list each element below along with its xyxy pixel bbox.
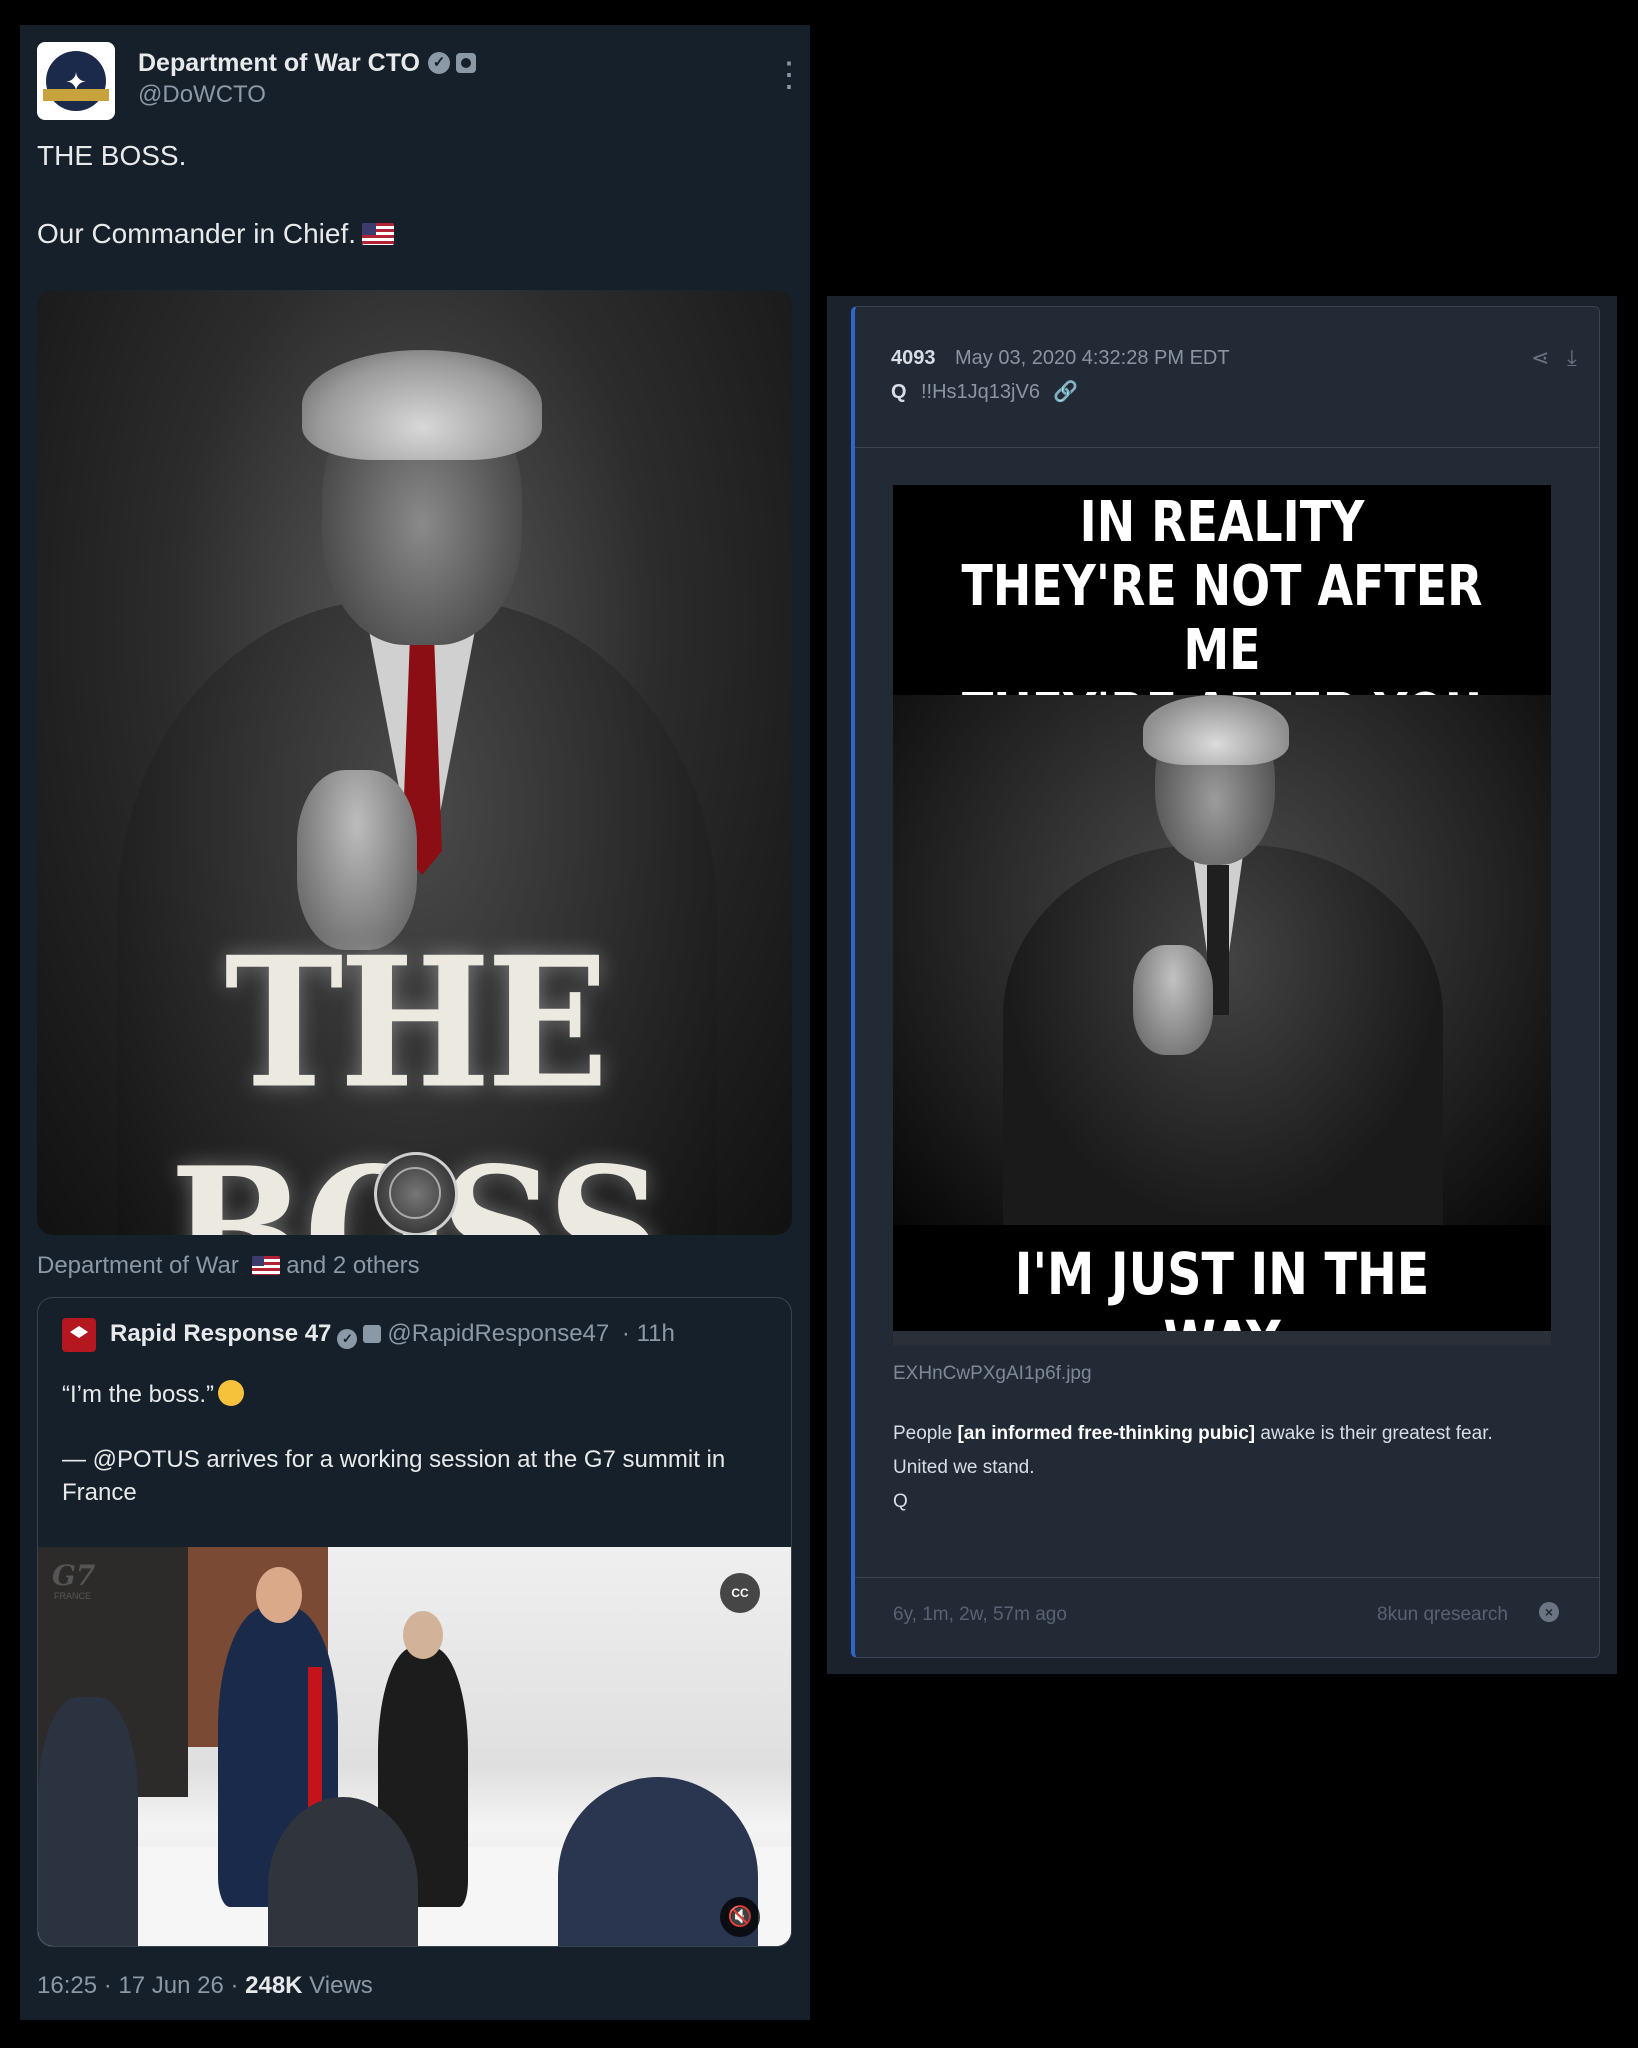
avatar-banner	[43, 89, 109, 101]
qpost-card: 4093 May 03, 2020 4:32:28 PM EDT Q !!Hs1…	[851, 306, 1600, 1658]
video-person	[38, 1697, 138, 1946]
quoted-author-avatar[interactable]	[62, 1318, 96, 1352]
seal-icon	[374, 1152, 458, 1235]
meme-top-line: IN REALITY	[1079, 490, 1365, 555]
g7-logo: G7	[52, 1559, 96, 1592]
views-count: 248K	[245, 1972, 303, 1999]
quoted-handle[interactable]: @RapidResponse47	[387, 1320, 609, 1347]
author-avatar[interactable]: ✦	[37, 42, 115, 120]
image-filename[interactable]: EXHnCwPXgAI1p6f.jpg	[893, 1363, 1092, 1385]
post-age: 6y, 1m, 2w, 57m ago	[893, 1604, 1067, 1625]
link-icon[interactable]: 🔗	[1053, 379, 1078, 404]
quoted-text-line: “I’m the boss.”	[62, 1378, 762, 1411]
video-tie	[308, 1667, 322, 1807]
quoted-video[interactable]: G7 FRANCE CC 🔇	[38, 1547, 791, 1946]
g7-logo-sub: FRANCE	[54, 1591, 92, 1601]
author-name[interactable]: Department of War CTO	[138, 49, 420, 78]
body-suffix: awake is their greatest fear.	[1255, 1423, 1493, 1444]
tweet-text: THE BOSS. Our Commander in Chief.	[37, 137, 395, 253]
download-icon[interactable]: ⤓	[1567, 345, 1577, 371]
meme-bottom-text: I'M JUST IN THE WAY	[1014, 1240, 1430, 1345]
poster-label: Q	[891, 381, 907, 403]
government-badge-icon[interactable]	[456, 53, 476, 73]
author-handle[interactable]: @DoWCTO	[138, 81, 266, 109]
figure-hair	[1143, 695, 1289, 765]
post-number: 4093	[891, 347, 936, 369]
post-body-line: Q	[893, 1491, 908, 1512]
meme-photo	[893, 695, 1551, 1225]
quoted-author-name[interactable]: Rapid Response 47	[110, 1320, 331, 1347]
post-body-line: People [an informed free-thinking pubic]…	[893, 1417, 1553, 1451]
meme-top-line: THEY'RE NOT AFTER ME	[961, 554, 1483, 683]
qpost-frame: 4093 May 03, 2020 4:32:28 PM EDT Q !!Hs1…	[827, 296, 1617, 1674]
qpost-footer: 6y, 1m, 2w, 57m ago 8kun qresearch ×	[855, 1577, 1599, 1658]
government-badge-icon	[363, 1325, 382, 1343]
views-label: Views	[302, 1972, 373, 1999]
share-icon[interactable]: ⋖	[1531, 345, 1549, 371]
body-prefix: People	[893, 1423, 958, 1444]
more-options-icon[interactable]: ⋮	[772, 57, 806, 93]
quoted-text-content: “I’m the boss.”	[62, 1381, 215, 1408]
tweet-card: ✦ Department of War CTO ✓ @DoWCTO ⋮ THE …	[20, 25, 810, 2020]
tweet-text-line: THE BOSS.	[37, 140, 187, 171]
qpost-header: 4093 May 03, 2020 4:32:28 PM EDT Q !!Hs1…	[855, 307, 1599, 448]
mute-icon[interactable]: 🔇	[720, 1897, 760, 1937]
tweet-text-line-content: Our Commander in Chief.	[37, 218, 357, 249]
quoted-text-line: — @POTUS arrives for a working session a…	[62, 1446, 726, 1506]
quoted-tweet[interactable]: Rapid Response 47 ✓ @RapidResponse47 · 11h…	[37, 1297, 792, 1947]
post-body-line: United we stand.	[893, 1457, 1035, 1478]
timestamp-text: 16:25 · 17 Jun 26 ·	[37, 1972, 246, 1999]
tripcode: !!Hs1Jq13jV6	[921, 381, 1040, 403]
tweet-text-line: Our Commander in Chief.	[37, 215, 395, 253]
close-icon[interactable]: ×	[1539, 1602, 1559, 1622]
liked-by-name: Department of War	[37, 1252, 239, 1279]
post-date: May 03, 2020 4:32:28 PM EDT	[955, 347, 1230, 369]
meme-image[interactable]: IN REALITY THEY'RE NOT AFTER ME THEY'RE …	[893, 485, 1551, 1345]
liked-by-suffix: and 2 others	[286, 1252, 420, 1279]
verified-badge-icon: ✓	[337, 1329, 358, 1349]
figure-hand	[1133, 945, 1213, 1055]
body-bold: [an informed free-thinking pubic]	[957, 1423, 1256, 1444]
us-flag-icon	[251, 1256, 280, 1275]
image-bottom-strip	[893, 1331, 1551, 1345]
laughing-emoji-icon	[218, 1380, 245, 1406]
post-board[interactable]: 8kun qresearch	[1377, 1604, 1508, 1626]
social-context[interactable]: Department of War and 2 others	[37, 1252, 420, 1280]
tweet-image[interactable]: THE BOSS	[37, 290, 792, 1235]
quoted-header: Rapid Response 47 ✓ @RapidResponse47 · 11h	[110, 1320, 675, 1349]
us-flag-icon	[362, 223, 395, 245]
post-body: People [an informed free-thinking pubic]…	[893, 1417, 1553, 1519]
quoted-age: · 11h	[621, 1320, 675, 1347]
figure-hair	[302, 350, 542, 460]
captions-icon[interactable]: CC	[720, 1573, 760, 1613]
verified-badge-icon[interactable]: ✓	[428, 52, 450, 74]
quoted-text: “I’m the boss.” — @POTUS arrives for a w…	[62, 1378, 762, 1509]
tweet-timestamp[interactable]: 16:25 · 17 Jun 26 · 248K Views	[37, 1972, 373, 2000]
